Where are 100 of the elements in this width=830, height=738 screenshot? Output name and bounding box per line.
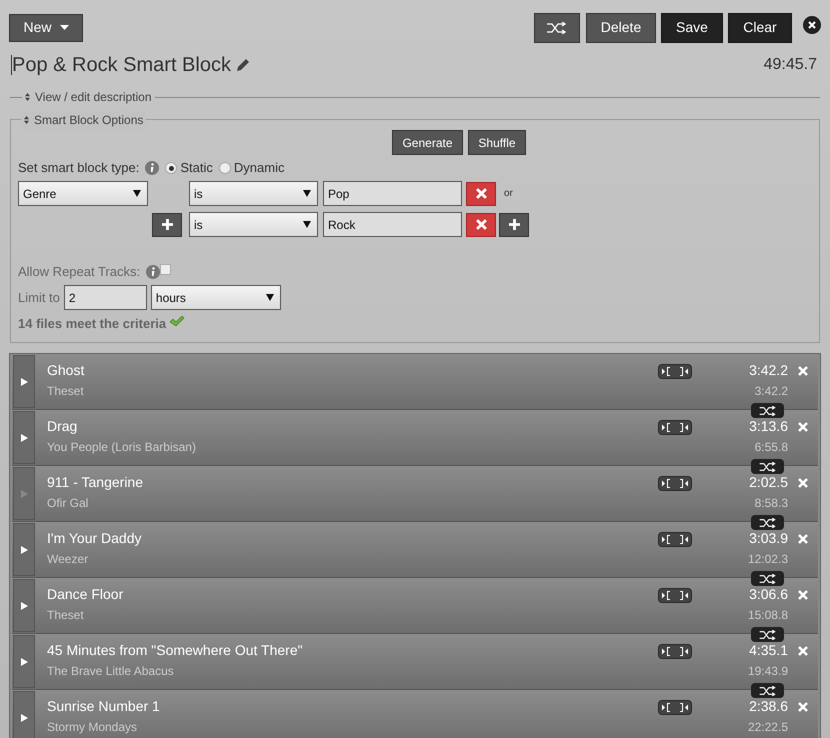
add-criteria-button[interactable] — [499, 212, 529, 236]
elapsed-time: 6:55.8 — [754, 439, 788, 456]
play-button[interactable] — [13, 411, 35, 464]
remove-icon[interactable] — [798, 366, 808, 376]
track-length: 2:38.6 — [749, 698, 788, 715]
play-icon — [20, 602, 28, 610]
crossfade-button[interactable] — [751, 459, 784, 474]
remove-icon[interactable] — [798, 534, 808, 544]
play-icon — [20, 378, 28, 386]
track-title: I'm Your Daddy — [47, 530, 142, 547]
repeat-checkbox[interactable] — [160, 264, 172, 275]
shuffle-button[interactable]: Shuffle — [468, 130, 526, 155]
play-button[interactable] — [13, 635, 35, 688]
value-field[interactable]: Pop — [323, 181, 462, 206]
clear-button[interactable]: Clear — [728, 12, 792, 42]
cue-points-button[interactable] — [658, 700, 692, 715]
block-title[interactable]: Pop & Rock Smart Block — [11, 55, 231, 75]
options-toggle[interactable]: Smart Block Options — [34, 111, 144, 129]
remove-icon[interactable] — [798, 646, 808, 656]
new-button[interactable]: New — [9, 14, 83, 42]
track-artist: Weezer — [47, 551, 90, 568]
save-button[interactable]: Save — [661, 12, 723, 42]
remove-criteria-button[interactable] — [466, 182, 496, 206]
track-title: 911 - Tangerine — [47, 474, 143, 491]
remove-icon[interactable] — [798, 702, 808, 712]
track-row[interactable]: 911 - Tangerine Ofir Gal 2:02.5 8:58.3 — [12, 466, 818, 522]
delete-button[interactable]: Delete — [586, 12, 656, 42]
modifier-select[interactable]: is — [189, 212, 318, 237]
track-row[interactable]: Dance Floor Theset 3:06.6 15:08.8 — [12, 578, 818, 634]
repeat-label: Allow Repeat Tracks: — [18, 263, 140, 282]
crossfade-button[interactable] — [751, 627, 784, 642]
close-button[interactable] — [803, 16, 821, 34]
track-row[interactable]: 45 Minutes from "Somewhere Out There" The Brave Little Abacus 4:35.1 19:43.9 — [12, 634, 818, 690]
radio-button[interactable] — [165, 162, 178, 174]
remove-criteria-button[interactable] — [466, 212, 496, 236]
cue-points-button[interactable] — [658, 588, 692, 603]
modifier-select[interactable]: is — [189, 181, 318, 206]
shuffle-icon — [758, 686, 778, 696]
cue-points-button[interactable] — [658, 532, 692, 547]
radio-button[interactable] — [218, 162, 231, 174]
expand-collapse-icon — [25, 93, 30, 101]
shuffle-icon — [758, 574, 778, 584]
add-criteria-button[interactable] — [152, 212, 182, 236]
criteria-status: 14 files meet the criteria — [18, 315, 166, 333]
track-row[interactable]: I'm Your Daddy Weezer 3:03.9 12:02.3 — [12, 522, 818, 578]
play-button[interactable] — [13, 355, 35, 408]
field-select[interactable]: Genre — [18, 181, 148, 206]
track-row[interactable]: Sunrise Number 1 Stormy Mondays 2:38.6 22:22.5 — [12, 690, 818, 738]
cue-points-button[interactable] — [658, 476, 692, 491]
limit-field[interactable]: 2 — [64, 285, 147, 310]
value-field[interactable]: Rock — [323, 212, 462, 237]
shuffle-button[interactable] — [534, 12, 580, 42]
cue-points-icon — [662, 479, 688, 488]
track-row[interactable]: Ghost Theset 3:42.2 3:42.2 — [12, 354, 818, 410]
cue-points-button[interactable] — [658, 644, 692, 659]
cue-points-icon — [662, 367, 688, 376]
dropdown-arrow-icon — [133, 190, 141, 197]
crossfade-button[interactable] — [751, 683, 784, 698]
unit-select[interactable]: hours — [150, 285, 281, 310]
cue-points-button[interactable] — [658, 364, 692, 379]
track-artist: Ofir Gal — [47, 495, 90, 512]
plus-icon — [162, 219, 172, 230]
cue-points-button[interactable] — [658, 420, 692, 435]
shuffle-icon — [758, 462, 778, 472]
cue-points-icon — [662, 423, 688, 432]
remove-icon[interactable] — [798, 590, 808, 600]
radio-label: Dynamic — [234, 159, 284, 178]
crossfade-button[interactable] — [751, 571, 784, 586]
remove-icon[interactable] — [798, 478, 808, 488]
track-title: Ghost — [47, 362, 84, 379]
close-icon — [476, 219, 486, 230]
plus-icon — [508, 219, 520, 230]
elapsed-time: 12:02.3 — [748, 551, 788, 568]
track-length: 3:13.6 — [749, 418, 788, 435]
shuffle-icon — [547, 22, 567, 34]
track-row[interactable]: Drag You People (Loris Barbisan) 3:13.6 6:55.8 — [12, 410, 818, 466]
elapsed-time: 8:58.3 — [754, 495, 788, 512]
play-button[interactable] — [13, 523, 35, 576]
play-button[interactable] — [13, 691, 35, 738]
close-icon — [808, 20, 816, 28]
track-length: 4:35.1 — [749, 642, 788, 659]
info-icon[interactable] — [145, 161, 160, 175]
radio-label: Static — [180, 159, 213, 178]
total-duration: 49:45.7 — [764, 55, 817, 75]
cue-points-icon — [662, 647, 688, 656]
dropdown-arrow-icon — [303, 190, 311, 197]
close-icon — [476, 188, 486, 199]
description-toggle[interactable]: View / edit description — [35, 88, 152, 106]
play-button[interactable] — [13, 579, 35, 632]
pencil-icon[interactable] — [236, 58, 250, 72]
cue-points-icon — [662, 703, 688, 712]
crossfade-button[interactable] — [751, 515, 784, 530]
crossfade-button[interactable] — [751, 403, 784, 418]
limit-label: Limit to — [18, 288, 60, 307]
remove-icon[interactable] — [798, 422, 808, 432]
info-icon[interactable] — [146, 265, 160, 279]
generate-button[interactable]: Generate — [392, 130, 463, 155]
track-artist: Theset — [47, 383, 84, 400]
play-icon — [20, 490, 28, 498]
or-label: or — [504, 187, 513, 201]
